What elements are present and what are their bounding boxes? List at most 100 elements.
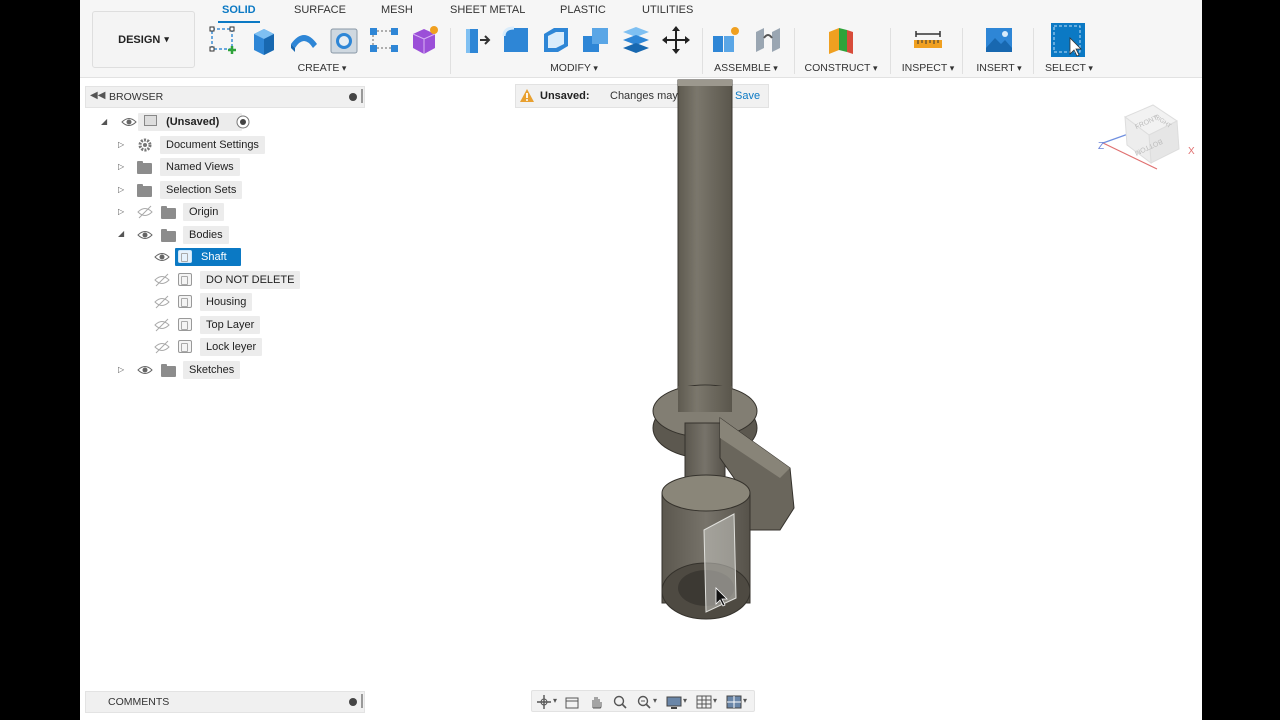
hole-icon[interactable] (328, 24, 360, 56)
zoom-dropdown-icon[interactable]: ▾ (653, 696, 657, 705)
press-pull-icon[interactable] (460, 24, 492, 56)
grid-dropdown-icon[interactable]: ▾ (713, 696, 717, 705)
construct-group-label[interactable]: CONSTRUCT (805, 62, 878, 74)
folder-icon (161, 364, 176, 377)
body-lock-layer[interactable]: Lock leyer (200, 338, 263, 356)
orbit-dropdown-icon[interactable]: ▾ (553, 696, 557, 705)
navigation-bar: ▾ ▾ ▾ ▾ ▾ (531, 690, 755, 712)
tab-solid[interactable]: SOLID (218, 4, 260, 23)
expand-icon[interactable]: ▷ (118, 162, 124, 171)
select-icon[interactable] (1050, 22, 1086, 58)
shaft-neck (678, 386, 732, 412)
select-group-label[interactable]: SELECT (1045, 62, 1093, 74)
move-icon[interactable] (660, 24, 692, 56)
tree-item-bodies[interactable]: Bodies (183, 226, 229, 244)
x-axis-label: X (1188, 146, 1195, 157)
offset-face-icon[interactable] (620, 24, 652, 56)
left-black-margin (0, 0, 80, 720)
panel-resize-grip[interactable] (361, 694, 363, 708)
toolbar-separator (794, 28, 795, 74)
collapse-icon[interactable]: ◢ (118, 229, 124, 238)
pin-panel-icon[interactable] (349, 93, 357, 101)
shell-icon[interactable] (540, 24, 572, 56)
body-top-layer[interactable]: Top Layer (200, 316, 261, 334)
hidden-eye-icon[interactable] (153, 271, 171, 289)
pan-icon[interactable] (588, 694, 604, 710)
right-black-margin (1202, 0, 1280, 720)
orbit-icon[interactable] (536, 694, 552, 710)
tab-mesh[interactable]: MESH (381, 4, 413, 16)
combine-icon[interactable] (580, 24, 612, 56)
tab-sheet-metal[interactable]: SHEET METAL (450, 4, 525, 16)
toolbar-separator (962, 28, 963, 74)
tree-item-selection-sets[interactable]: Selection Sets (160, 181, 243, 199)
insert-group-label[interactable]: INSERT (976, 62, 1021, 74)
insert-image-icon[interactable] (983, 24, 1015, 56)
visibility-eye-icon[interactable] (136, 361, 154, 379)
body-do-not-delete[interactable]: DO NOT DELETE (200, 271, 301, 289)
hidden-eye-icon[interactable] (153, 293, 171, 311)
viewcube[interactable]: Z X FRONT RIGHT BOTTOM (1095, 97, 1195, 179)
tab-plastic[interactable]: PLASTIC (560, 4, 606, 16)
expand-icon[interactable]: ▷ (118, 140, 124, 149)
tab-surface[interactable]: SURFACE (294, 4, 346, 16)
grid-icon[interactable] (696, 694, 712, 710)
zoom-icon[interactable] (612, 694, 628, 710)
display-dropdown-icon[interactable]: ▾ (683, 696, 687, 705)
expand-root-icon[interactable]: ◢ (101, 117, 107, 126)
unsaved-label: Unsaved: (540, 90, 590, 102)
measure-icon[interactable] (912, 24, 944, 56)
pattern-icon[interactable] (368, 24, 400, 56)
folder-icon (137, 161, 152, 174)
tree-item-sketches[interactable]: Sketches (183, 361, 241, 379)
modify-group-label[interactable]: MODIFY (550, 62, 598, 74)
inspect-group-label[interactable]: INSPECT (902, 62, 955, 74)
tree-item-document-settings[interactable]: Document Settings (160, 136, 265, 154)
panel-resize-grip[interactable] (361, 89, 363, 103)
tree-item-origin[interactable]: Origin (183, 203, 225, 221)
revolve-icon[interactable] (288, 24, 320, 56)
plane-icon[interactable] (825, 24, 857, 56)
joint-icon[interactable] (752, 24, 784, 56)
hidden-eye-icon[interactable] (136, 203, 154, 221)
create-group-label[interactable]: CREATE (298, 62, 347, 74)
browser-title: BROWSER (109, 91, 164, 103)
hidden-eye-icon[interactable] (153, 316, 171, 334)
body-housing[interactable]: Housing (200, 293, 253, 311)
root-component[interactable]: (Unsaved) (138, 113, 242, 131)
workspace-label: DESIGN (118, 33, 161, 46)
toolbar-separator (1033, 28, 1034, 74)
workspace-switcher[interactable]: DESIGN ▾ (92, 11, 195, 68)
extrude-icon[interactable] (248, 24, 280, 56)
fillet-icon[interactable] (500, 24, 532, 56)
expand-icon[interactable]: ▷ (118, 207, 124, 216)
expand-icon[interactable]: ▷ (118, 185, 124, 194)
shaft-upper (677, 79, 733, 393)
viewports-icon[interactable] (726, 694, 742, 710)
add-comment-icon[interactable] (349, 698, 357, 706)
create-sketch-icon[interactable] (208, 24, 240, 56)
display-settings-icon[interactable] (666, 694, 682, 710)
viewports-dropdown-icon[interactable]: ▾ (743, 696, 747, 705)
new-component-icon[interactable] (710, 24, 742, 56)
create-form-icon[interactable] (408, 24, 440, 56)
assemble-group-label[interactable]: ASSEMBLE (714, 62, 778, 74)
expand-icon[interactable]: ▷ (118, 365, 124, 374)
browser-panel-header[interactable]: ◀◀ BROWSER (85, 86, 365, 108)
visibility-eye-icon[interactable] (153, 248, 171, 266)
tree-item-named-views[interactable]: Named Views (160, 158, 240, 176)
visibility-eye-icon[interactable] (136, 226, 154, 244)
activate-radio-icon[interactable] (234, 113, 252, 131)
tab-utilities[interactable]: UTILITIES (642, 4, 693, 16)
zoom-window-icon[interactable] (636, 694, 652, 710)
hidden-eye-icon[interactable] (153, 338, 171, 356)
z-axis-label: Z (1098, 141, 1104, 152)
look-at-icon[interactable] (564, 694, 580, 710)
visibility-eye-icon[interactable] (120, 113, 138, 131)
body-icon (178, 273, 192, 286)
toolbar-separator (890, 28, 891, 74)
collapse-panel-icon[interactable]: ◀◀ (90, 90, 105, 101)
comments-panel-header[interactable]: COMMENTS (85, 691, 365, 713)
comments-title: COMMENTS (108, 696, 170, 708)
3d-model-viewport[interactable] (640, 78, 820, 628)
